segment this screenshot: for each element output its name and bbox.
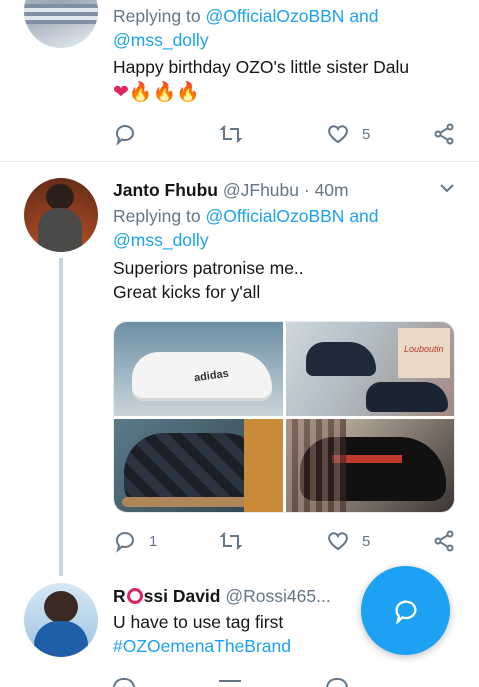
- tweet-text: U have to use tag first: [113, 612, 284, 632]
- reply-button[interactable]: 1: [113, 529, 157, 553]
- heart-emoji: ❤: [113, 82, 129, 103]
- media-grid[interactable]: adidas Louboutin: [113, 321, 455, 513]
- share-button[interactable]: [432, 529, 456, 553]
- retweet-button[interactable]: [219, 529, 243, 553]
- share-icon: [434, 123, 454, 145]
- dark-sneaker-image[interactable]: Louboutin: [286, 322, 454, 416]
- red-circle-emoji: [126, 588, 143, 604]
- reply-button[interactable]: [113, 122, 137, 146]
- tweet-header: Janto Fhubu @JFhubu · 40m: [113, 180, 349, 200]
- loafer-image[interactable]: [286, 419, 454, 512]
- heart-icon: [328, 532, 348, 551]
- reply-count: 1: [149, 532, 158, 550]
- hashtag-link[interactable]: #OZOemenaTheBrand: [113, 634, 291, 658]
- avatar[interactable]: [24, 583, 98, 657]
- chevron-down-icon[interactable]: [440, 181, 454, 195]
- share-icon: [434, 530, 454, 552]
- user-handle[interactable]: @JFhubu: [223, 180, 299, 200]
- compose-reply-button[interactable]: [361, 566, 450, 655]
- tweet-actions: 5: [0, 122, 479, 150]
- mention-link[interactable]: @OfficialOzoBBN: [205, 206, 344, 226]
- tweet-header: Rssi David @Rossi465...: [113, 584, 331, 608]
- like-count: 5: [362, 532, 371, 550]
- like-count: 5: [362, 125, 371, 143]
- like-button[interactable]: 5: [326, 122, 370, 146]
- retweet-icon: [219, 532, 243, 550]
- retweet-button[interactable]: [219, 122, 243, 146]
- timestamp[interactable]: 40m: [315, 180, 349, 200]
- tweet-actions: 1 5: [0, 529, 479, 557]
- retweet-icon: [219, 125, 243, 143]
- avatar[interactable]: [24, 178, 98, 252]
- mention-link[interactable]: @mss_dolly: [113, 28, 209, 52]
- like-button[interactable]: 5: [326, 529, 370, 553]
- user-handle[interactable]: @Rossi465...: [225, 586, 330, 606]
- tweet-emoji: ❤🔥🔥🔥: [113, 81, 200, 105]
- reply-icon: [115, 532, 134, 553]
- mention-link[interactable]: @OfficialOzoBBN: [205, 6, 344, 26]
- tweet-1[interactable]: Replying to @OfficialOzoBBN and @mss_dol…: [0, 0, 479, 160]
- share-button[interactable]: [432, 122, 456, 146]
- replying-to-line: Replying to @OfficialOzoBBN and: [113, 6, 379, 26]
- sneaker-image[interactable]: adidas: [114, 322, 283, 416]
- reply-icon: [115, 125, 134, 146]
- compose-reply-icon: [394, 600, 416, 625]
- tweet-text: Happy birthday OZO's little sister Dalu: [113, 57, 410, 77]
- tweet-text-line1: Superiors patronise me..: [113, 258, 304, 278]
- heart-icon: [328, 125, 348, 144]
- tweet-text-line2: Great kicks for y'all: [113, 282, 261, 302]
- display-name[interactable]: Rssi David: [113, 586, 221, 606]
- box-logo-text: Louboutin: [404, 344, 444, 354]
- replying-to-line: Replying to @OfficialOzoBBN and: [113, 206, 379, 226]
- monogram-shoe-image[interactable]: [114, 419, 283, 512]
- avatar[interactable]: [24, 0, 98, 48]
- mention-link[interactable]: @mss_dolly: [113, 228, 209, 252]
- display-name[interactable]: Janto Fhubu: [113, 180, 218, 200]
- fire-emoji: 🔥🔥🔥: [128, 82, 200, 103]
- tweet-actions-partial: [113, 678, 455, 687]
